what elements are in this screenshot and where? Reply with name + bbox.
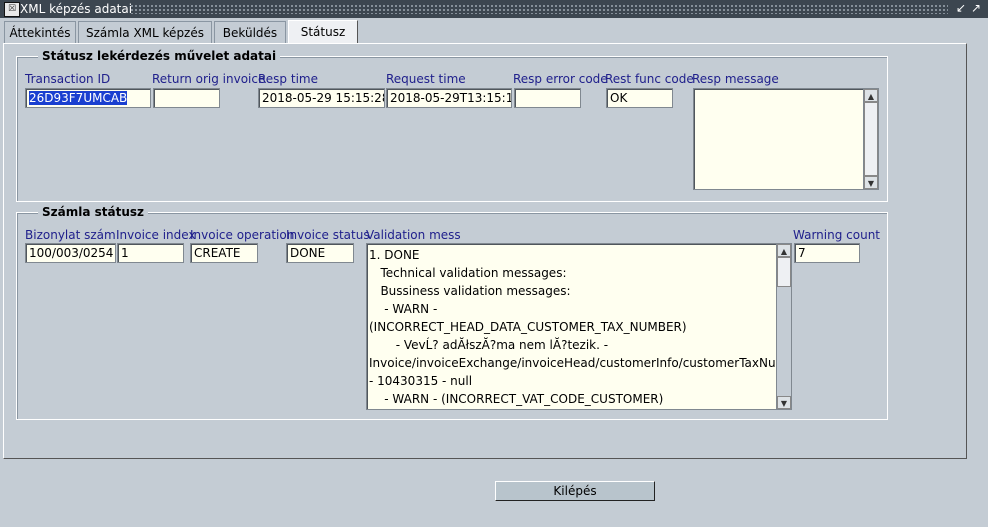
tab-szamla-xml-kepzes[interactable]: Számla XML képzés bbox=[78, 21, 212, 43]
invoice-operation-field[interactable]: CREATE bbox=[190, 243, 258, 263]
validation-mess-label: Validation mess bbox=[366, 228, 461, 242]
tab-attekintes[interactable]: Áttekintés bbox=[4, 21, 76, 43]
validation-mess-area[interactable]: 1. DONE Technical validation messages: B… bbox=[366, 243, 792, 410]
rest-func-code-label: Rest func code bbox=[605, 72, 694, 86]
exit-button[interactable]: Kilépés bbox=[495, 481, 655, 501]
resp-time-label: Resp time bbox=[258, 72, 318, 86]
window-titlebar: ☒ XML képzés adatai ↙ ↗ bbox=[0, 0, 988, 18]
bizonylat-szam-field[interactable]: 100/003/0254 bbox=[25, 243, 116, 263]
scroll-thumb[interactable] bbox=[777, 257, 791, 287]
status-query-title: Státusz lekérdezés művelet adatai bbox=[38, 49, 281, 63]
validation-mess-scrollbar[interactable]: ▲ ▼ bbox=[776, 244, 791, 409]
rest-func-code-field[interactable]: OK bbox=[606, 88, 673, 108]
invoice-status-field[interactable]: DONE bbox=[286, 243, 354, 263]
resp-error-code-label: Resp error code bbox=[513, 72, 608, 86]
transaction-id-label: Transaction ID bbox=[25, 72, 111, 86]
warning-count-field[interactable]: 7 bbox=[794, 243, 860, 263]
resp-time-field[interactable]: 2018-05-29 15:15:28 bbox=[258, 88, 385, 108]
warning-count-label: Warning count bbox=[793, 228, 881, 242]
maximize-icon[interactable]: ↗ bbox=[969, 1, 983, 16]
transaction-id-value: 26D93F7UMCAB bbox=[29, 91, 128, 105]
return-orig-invoice-field[interactable] bbox=[153, 88, 220, 108]
invoice-index-field[interactable]: 1 bbox=[117, 243, 184, 263]
transaction-id-field[interactable]: 26D93F7UMCAB bbox=[25, 88, 151, 108]
invoice-status-label: Invoice status bbox=[286, 228, 370, 242]
scroll-up-icon[interactable]: ▲ bbox=[864, 89, 878, 102]
resp-message-area[interactable]: ▲ ▼ bbox=[693, 88, 879, 190]
invoice-status-title: Számla státusz bbox=[38, 205, 148, 219]
window-title: XML képzés adatai bbox=[20, 2, 133, 16]
return-orig-invoice-label: Return orig invoice bbox=[152, 72, 266, 86]
invoice-index-label: Invoice index bbox=[116, 228, 196, 242]
scroll-thumb[interactable] bbox=[864, 102, 878, 176]
scroll-down-icon[interactable]: ▼ bbox=[777, 396, 791, 409]
tab-bekuldes[interactable]: Beküldés bbox=[214, 21, 286, 43]
validation-mess-text: 1. DONE Technical validation messages: B… bbox=[369, 248, 791, 406]
tab-statusz[interactable]: Státusz bbox=[288, 20, 358, 44]
request-time-field[interactable]: 2018-05-29T13:15:11 bbox=[386, 88, 512, 108]
minimize-icon[interactable]: ↙ bbox=[954, 1, 968, 16]
resp-message-label: Resp message bbox=[692, 72, 779, 86]
app-icon: ☒ bbox=[4, 2, 20, 17]
titlebar-pattern bbox=[130, 4, 948, 14]
resp-error-code-field[interactable] bbox=[514, 88, 581, 108]
scroll-down-icon[interactable]: ▼ bbox=[864, 176, 878, 189]
invoice-operation-label: Invoice operation bbox=[190, 228, 295, 242]
request-time-label: Request time bbox=[386, 72, 466, 86]
bizonylat-szam-label: Bizonylat szám bbox=[25, 228, 116, 242]
scroll-up-icon[interactable]: ▲ bbox=[777, 244, 791, 257]
resp-message-scrollbar[interactable]: ▲ ▼ bbox=[863, 89, 878, 189]
